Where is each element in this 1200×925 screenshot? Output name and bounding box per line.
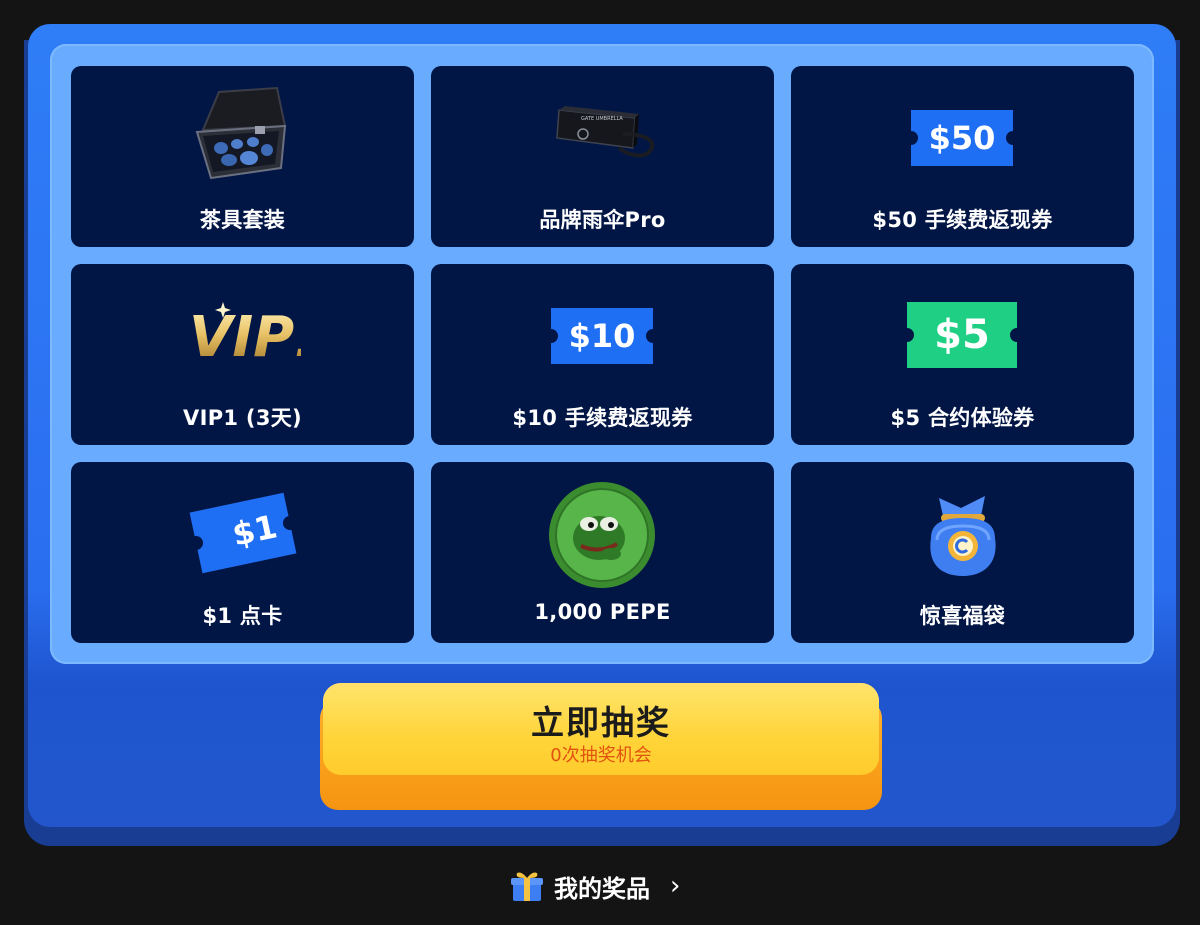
- prize-tile-1-point-card[interactable]: $1 $1 点卡: [71, 462, 414, 643]
- chevron-right-icon: ›: [670, 871, 681, 901]
- prize-tile-50-coupon[interactable]: $50 $50 手续费返现券: [791, 66, 1134, 247]
- umbrella-box-icon: GATE UMBRELLA: [556, 106, 655, 158]
- coupon-icon: $50: [904, 110, 1020, 166]
- prize-label: 1,000 PEPE: [534, 600, 671, 624]
- prize-tile-lucky-bag[interactable]: 惊喜福袋: [791, 462, 1134, 643]
- lucky-draw-stage: 茶具套装 GATE UMBRELLA 品牌雨伞Pro $50 $50 手续费返现…: [0, 0, 1200, 925]
- prize-label: VIP1 (3天): [183, 406, 302, 430]
- prize-label: $10 手续费返现券: [512, 406, 693, 430]
- draw-button-title: 立即抽奖: [531, 703, 671, 742]
- my-prizes-link[interactable]: 我的奖品 ›: [510, 862, 680, 910]
- prize-tile-vip1[interactable]: VIP1 VIP1 (3天): [71, 264, 414, 445]
- prize-label: 茶具套装: [199, 208, 286, 232]
- coupon-icon: $5: [900, 302, 1024, 368]
- prize-label: $50 手续费返现券: [872, 208, 1053, 232]
- gift-icon: [511, 872, 543, 901]
- prize-label: $5 合约体验券: [890, 406, 1035, 430]
- tea-set-icon: [195, 86, 287, 180]
- prize-tile-pepe[interactable]: 1,000 PEPE: [431, 462, 774, 643]
- prize-tile-umbrella[interactable]: GATE UMBRELLA 品牌雨伞Pro: [431, 66, 774, 247]
- prize-label: 品牌雨伞Pro: [539, 208, 666, 232]
- prize-label: $1 点卡: [202, 604, 283, 628]
- prize-tile-5-futures-coupon[interactable]: $5 $5 合约体验券: [791, 264, 1134, 445]
- svg-text:VIP1: VIP1: [189, 305, 301, 370]
- lucky-bag-icon: [930, 496, 996, 576]
- prize-label: 惊喜福袋: [919, 604, 1006, 628]
- svg-text:GATE UMBRELLA: GATE UMBRELLA: [581, 116, 623, 122]
- prize-tile-tea-set[interactable]: 茶具套装: [71, 66, 414, 247]
- my-prizes-label: 我的奖品: [554, 874, 650, 903]
- prize-tile-10-coupon[interactable]: $10 $10 手续费返现券: [431, 264, 774, 445]
- prize-grid-panel: 茶具套装 GATE UMBRELLA 品牌雨伞Pro $50 $50 手续费返现…: [50, 44, 1154, 664]
- draw-chances-text: 0次抽奖机会: [550, 745, 652, 766]
- point-card-icon: $1: [189, 492, 297, 574]
- draw-now-button[interactable]: 立即抽奖 0次抽奖机会: [323, 683, 879, 775]
- pepe-coin-icon: [549, 482, 655, 588]
- coupon-icon: $10: [544, 308, 660, 364]
- vip-badge-icon: VIP1: [189, 302, 301, 370]
